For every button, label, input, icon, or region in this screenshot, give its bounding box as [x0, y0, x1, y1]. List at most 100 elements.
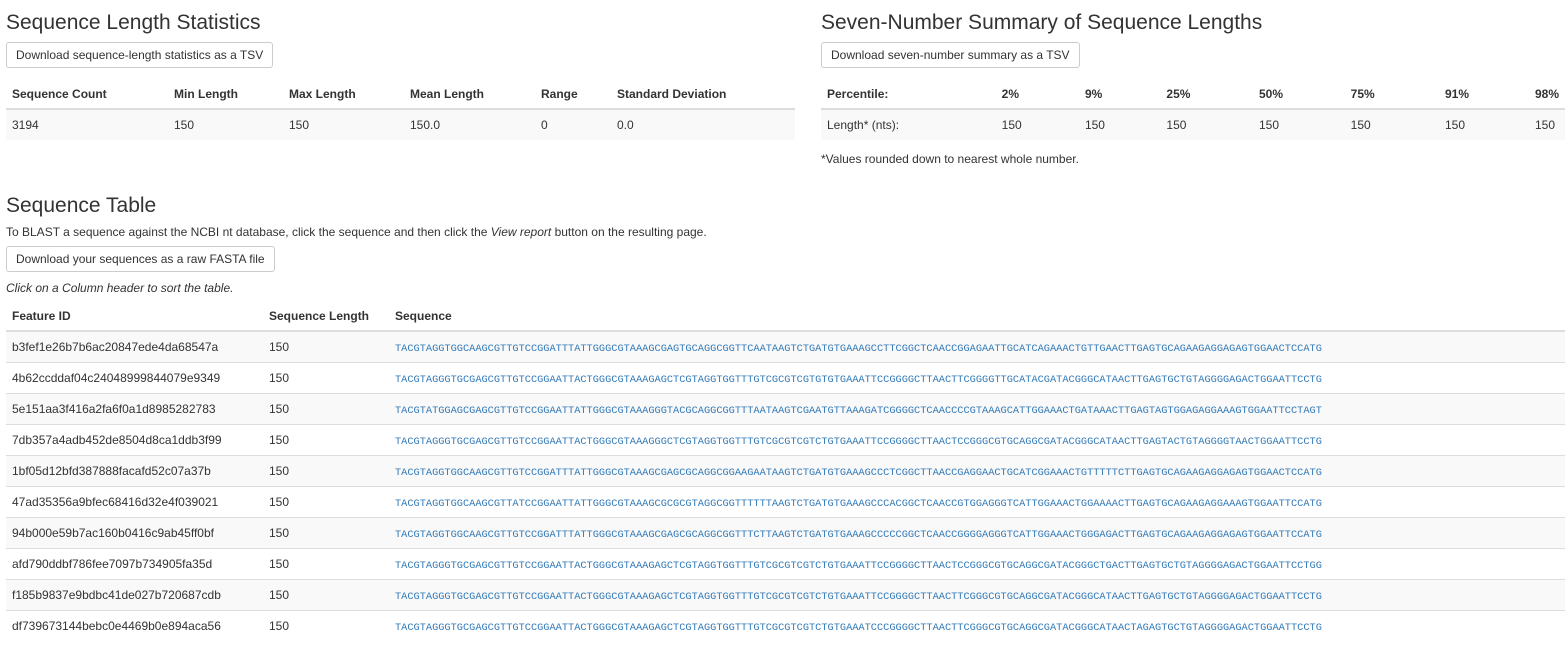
sort-instructions: Click on a Column header to sort the tab…	[6, 281, 234, 295]
sequence-table-body: b3fef1e26b7b6ac20847ede4da68547a 150 TACGT…	[6, 330, 1565, 641]
sequence-header-row: Feature ID Sequence Length Sequence	[6, 301, 1565, 332]
sequence-table-section: Sequence Table To BLAST a sequence again…	[6, 193, 1565, 641]
stats-header-range: Range	[535, 79, 611, 110]
download-fasta-button[interactable]: Download your sequences as a raw FASTA f…	[6, 246, 275, 272]
sequence-cell: TACGTATGGAGCGAGCGTTGTCCGGAATTATTGGGCGTAA…	[389, 393, 1565, 425]
stats-range: 0	[535, 108, 611, 140]
summary-header-p25: 25%	[1160, 79, 1253, 110]
feature-id-cell: 4b62ccddaf04c24048999844079e9349	[6, 362, 263, 394]
table-row: 1bf05d12bfd387888facafd52c07a37b 150 TACGT…	[6, 455, 1565, 487]
summary-p98-value: 150	[1528, 108, 1565, 140]
sequence-blast-link[interactable]: TACGTAGGTGGCAAGCGTTGTCCGGATTTATTGGGCGTAA…	[395, 529, 1322, 541]
summary-title: Seven-Number Summary of Sequence Lengths	[821, 11, 1263, 34]
sequence-length-statistics-panel: Sequence Length Statistics Download sequ…	[6, 10, 795, 140]
download-stats-tsv-button[interactable]: Download sequence-length statistics as a…	[6, 42, 274, 68]
sequence-length-cell: 150	[263, 330, 389, 363]
sequence-length-cell: 150	[263, 486, 389, 518]
sequence-cell: TACGTAGGGTGCGAGCGTTGTCCGGAATTACTGGGCGTAA…	[389, 548, 1565, 580]
summary-header-p75: 75%	[1344, 79, 1439, 110]
column-header-feature-id[interactable]: Feature ID	[6, 301, 263, 332]
sequence-cell: TACGTAGGTGGCAAGCGTTGTCCGGATTTATTGGGCGTAA…	[389, 330, 1565, 363]
table-row: 7db357a4adb452de8504d8ca1ddb3f99 150 TACGT…	[6, 424, 1565, 456]
sequence-length-cell: 150	[263, 393, 389, 425]
feature-id-cell: 5e151aa3f416a2fa6f0a1d8985282783	[6, 393, 263, 425]
sequence-length-cell: 150	[263, 517, 389, 549]
sequence-blast-link[interactable]: TACGTAGGTGGCAAGCGTTGTCCGGATTTATTGGGCGTAA…	[395, 467, 1322, 479]
sequence-length-cell: 150	[263, 455, 389, 487]
summary-p9-value: 150	[1078, 108, 1161, 140]
sequence-length-cell: 150	[263, 579, 389, 611]
summary-p2-value: 150	[995, 108, 1079, 140]
stats-title: Sequence Length Statistics	[6, 11, 261, 34]
summary-header-p9: 9%	[1078, 79, 1161, 110]
column-header-sequence-length[interactable]: Sequence Length	[263, 301, 389, 332]
sequence-blast-link[interactable]: TACGTAGGGTGCGAGCGTTGTCCGGAATTACTGGGCGTAA…	[395, 591, 1322, 603]
table-row: 47ad35356a9bfec68416d32e4f039021 150 TACGT…	[6, 486, 1565, 518]
stats-header-standard-deviation: Standard Deviation	[611, 79, 795, 110]
feature-id-cell: afd790ddbf786fee7097b734905fa35d	[6, 548, 263, 580]
summary-header-p2: 2%	[995, 79, 1079, 110]
sequence-blast-link[interactable]: TACGTATGGAGCGAGCGTTGTCCGGAATTATTGGGCGTAA…	[395, 405, 1322, 417]
feature-id-cell: 1bf05d12bfd387888facafd52c07a37b	[6, 455, 263, 487]
table-row: b3fef1e26b7b6ac20847ede4da68547a 150 TACGT…	[6, 330, 1565, 363]
stats-header-min-length: Min Length	[168, 79, 283, 110]
sequence-blast-link[interactable]: TACGTAGGGTGCGAGCGTTGTCCGGAATTACTGGGCGTAA…	[395, 560, 1322, 572]
sequence-blast-link[interactable]: TACGTAGGGTGCGAGCGTTGTCCGGAATTACTGGGCGTAA…	[395, 374, 1322, 386]
stats-header-max-length: Max Length	[283, 79, 404, 110]
summary-p50-value: 150	[1252, 108, 1345, 140]
table-row: f185b9837e9bdbc41de027b720687cdb 150 TACGT…	[6, 579, 1565, 611]
sequence-cell: TACGTAGGTGGCAAGCGTTGTCCGGATTTATTGGGCGTAA…	[389, 517, 1565, 549]
summary-header-p91: 91%	[1438, 79, 1529, 110]
blast-note-suffix: button on the resulting page.	[551, 225, 707, 239]
sequence-table-title: Sequence Table	[6, 194, 157, 217]
sequence-blast-link[interactable]: TACGTAGGGTGCGAGCGTTGTCCGGAATTACTGGGCGTAA…	[395, 436, 1322, 448]
feature-id-cell: 7db357a4adb452de8504d8ca1ddb3f99	[6, 424, 263, 456]
sequence-length-cell: 150	[263, 362, 389, 394]
feature-id-cell: df739673144bebc0e4469b0e894aca56	[6, 610, 263, 641]
summary-table: Percentile: 2% 9% 25% 50% 75% 91% 98% Le…	[821, 79, 1565, 140]
sequence-length-cell: 150	[263, 424, 389, 456]
sequence-table: Feature ID Sequence Length Sequence b3fe…	[6, 301, 1565, 641]
seven-number-summary-panel: Seven-Number Summary of Sequence Lengths…	[821, 10, 1565, 166]
sequence-cell: TACGTAGGGTGCGAGCGTTGTCCGGAATTACTGGGCGTAA…	[389, 579, 1565, 611]
sequence-cell: TACGTAGGTGGCAAGCGTTGTCCGGATTTATTGGGCGTAA…	[389, 455, 1565, 487]
blast-instructions: To BLAST a sequence against the NCBI nt …	[6, 225, 1565, 240]
summary-p25-value: 150	[1160, 108, 1253, 140]
table-row: afd790ddbf786fee7097b734905fa35d 150 TACGT…	[6, 548, 1565, 580]
stats-values-row: 3194 150 150 150.0 0 0.0	[6, 108, 795, 140]
summary-header-row: Percentile: 2% 9% 25% 50% 75% 91% 98%	[821, 79, 1565, 110]
rounding-note: *Values rounded down to nearest whole nu…	[821, 152, 1079, 166]
sequence-blast-link[interactable]: TACGTAGGGTGCGAGCGTTGTCCGGAATTACTGGGCGTAA…	[395, 622, 1322, 634]
stats-standard-deviation: 0.0	[611, 108, 795, 140]
stats-table: Sequence Count Min Length Max Length Mea…	[6, 79, 795, 140]
sequence-blast-link[interactable]: TACGTAGGTGGCAAGCGTTATCCGGAATTATTGGGCGTAA…	[395, 498, 1322, 510]
download-summary-tsv-button[interactable]: Download seven-number summary as a TSV	[821, 42, 1080, 68]
feature-id-cell: f185b9837e9bdbc41de027b720687cdb	[6, 579, 263, 611]
summary-header-p98: 98%	[1528, 79, 1565, 110]
table-row: 5e151aa3f416a2fa6f0a1d8985282783 150 TACGT…	[6, 393, 1565, 425]
blast-note-prefix: To BLAST a sequence against the NCBI nt …	[6, 225, 491, 239]
summary-p75-value: 150	[1344, 108, 1439, 140]
stats-header-sequence-count: Sequence Count	[6, 79, 168, 110]
feature-id-cell: b3fef1e26b7b6ac20847ede4da68547a	[6, 330, 263, 363]
sequence-cell: TACGTAGGGTGCGAGCGTTGTCCGGAATTACTGGGCGTAA…	[389, 424, 1565, 456]
feature-id-cell: 94b000e59b7ac160b0416c9ab45ff0bf	[6, 517, 263, 549]
feature-id-cell: 47ad35356a9bfec68416d32e4f039021	[6, 486, 263, 518]
sequence-cell: TACGTAGGGTGCGAGCGTTGTCCGGAATTACTGGGCGTAA…	[389, 362, 1565, 394]
summary-values-row: Length* (nts): 150 150 150 150 150 150 1…	[821, 108, 1565, 140]
stats-header-mean-length: Mean Length	[404, 79, 535, 110]
sequence-cell: TACGTAGGGTGCGAGCGTTGTCCGGAATTACTGGGCGTAA…	[389, 610, 1565, 641]
view-report-emphasis: View report	[490, 225, 552, 239]
summary-row-label: Length* (nts):	[821, 108, 996, 140]
stats-max-length: 150	[283, 108, 404, 140]
sequence-cell: TACGTAGGTGGCAAGCGTTATCCGGAATTATTGGGCGTAA…	[389, 486, 1565, 518]
summary-header-percentile: Percentile:	[821, 79, 996, 110]
sequence-length-cell: 150	[263, 610, 389, 641]
table-row: 4b62ccddaf04c24048999844079e9349 150 TACGT…	[6, 362, 1565, 394]
table-row: df739673144bebc0e4469b0e894aca56 150 TACGT…	[6, 610, 1565, 641]
column-header-sequence[interactable]: Sequence	[389, 301, 1565, 332]
sequence-blast-link[interactable]: TACGTAGGTGGCAAGCGTTGTCCGGATTTATTGGGCGTAA…	[395, 343, 1322, 355]
stats-mean-length: 150.0	[404, 108, 535, 140]
table-row: 94b000e59b7ac160b0416c9ab45ff0bf 150 TACGT…	[6, 517, 1565, 549]
stats-header-row: Sequence Count Min Length Max Length Mea…	[6, 79, 795, 110]
